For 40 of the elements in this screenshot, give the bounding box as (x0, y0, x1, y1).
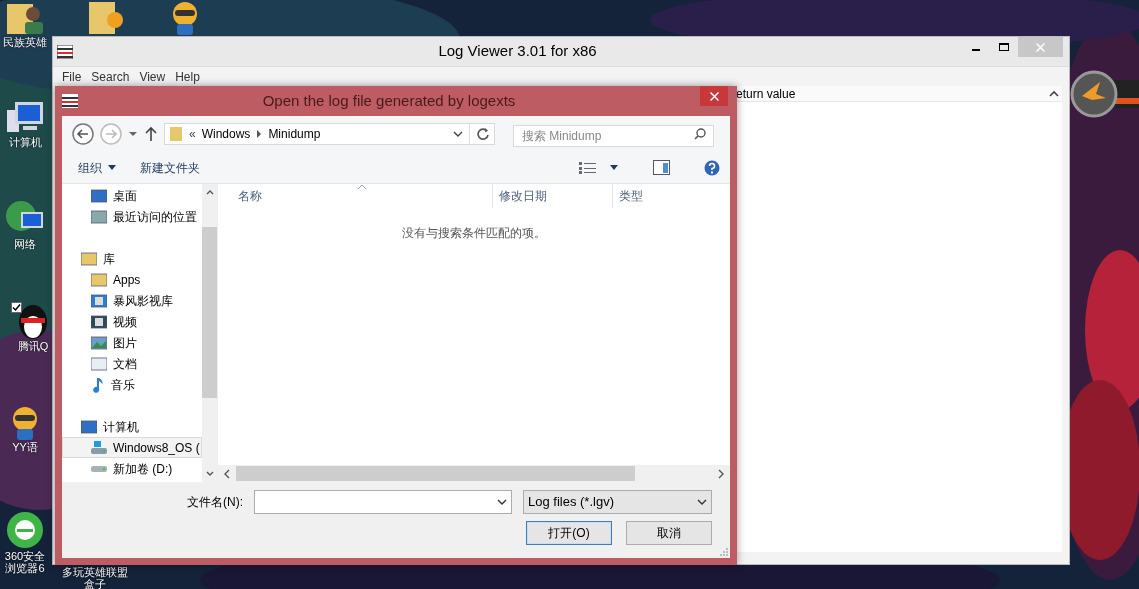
menu-item[interactable]: File (57, 67, 87, 86)
desktop-icon-label[interactable]: 腾讯Q (17, 340, 49, 352)
window-title: Log Viewer 3.01 for x86 (437, 41, 598, 62)
overflow-chevron[interactable]: « (189, 125, 196, 143)
organize-menu[interactable]: 组织 (72, 155, 122, 180)
breadcrumb-item[interactable]: Windows (201, 125, 251, 143)
breadcrumb-item[interactable]: Minidump (268, 125, 321, 143)
desktop-icon-label[interactable]: YY语 (12, 441, 38, 453)
menu-item[interactable]: Search (86, 67, 135, 86)
tree-item[interactable]: 库 (62, 248, 202, 269)
open-button[interactable]: 打开(O) (526, 521, 612, 545)
new-folder-button[interactable]: 新建文件夹 (134, 155, 206, 180)
empty-message: 没有与搜索条件匹配的项。 (402, 225, 546, 242)
tree-item[interactable]: 图片 (62, 332, 202, 353)
desktop-icon-label[interactable]: 多玩英雄联盟盒子 (60, 566, 130, 589)
menu-item[interactable]: View (134, 67, 171, 86)
tree-item[interactable]: Windows8_OS ( (62, 437, 202, 458)
menu-item[interactable]: Help (170, 67, 205, 86)
desktop-icon-label[interactable]: 360安全浏览器6 (0, 550, 50, 574)
dialog-title: Open the log file generated by logexts (261, 90, 517, 111)
address-bar[interactable]: « Windows Minidump (164, 123, 495, 145)
column-header[interactable]: 名称 (218, 184, 493, 208)
tree-item[interactable]: 视频 (62, 311, 202, 332)
tree-item[interactable]: 音乐 (62, 374, 202, 395)
tree-item[interactable]: 文档 (62, 353, 202, 374)
desktop-icon-label[interactable]: 民族英雄 (3, 36, 47, 48)
tree-item[interactable]: Apps (62, 269, 202, 290)
column-header[interactable]: 修改日期 (493, 184, 613, 208)
desktop-icon-label[interactable]: 计算机 (8, 136, 42, 148)
cancel-button[interactable]: 取消 (626, 521, 712, 545)
tree-item[interactable]: 桌面 (62, 185, 202, 206)
filename-label: 文件名(N): (187, 494, 243, 511)
tree-item[interactable]: 最近访问的位置 (62, 206, 202, 227)
desktop-icon-label[interactable]: 网络 (14, 238, 36, 250)
tree-item[interactable]: 计算机 (62, 416, 202, 437)
file-type-dropdown[interactable]: Log files (*.lgv) (523, 490, 712, 514)
tree-item[interactable]: 新加卷 (D:) (62, 458, 202, 479)
tree-item[interactable]: 暴风影视库 (62, 290, 202, 311)
column-header[interactable]: 类型 (613, 184, 730, 208)
search-field[interactable]: 搜索 Minidump (513, 125, 714, 147)
